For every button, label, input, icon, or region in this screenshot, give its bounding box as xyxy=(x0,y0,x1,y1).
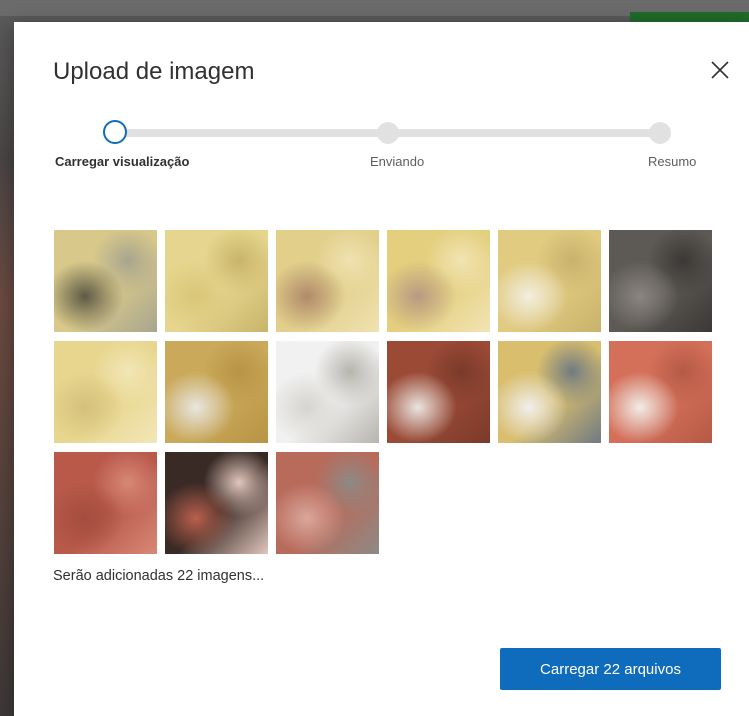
image-thumbnail xyxy=(165,452,268,554)
image-thumbnail xyxy=(387,230,490,332)
dialog-title: Upload de imagem xyxy=(53,58,255,85)
image-thumbnail xyxy=(276,230,379,332)
image-thumbnail xyxy=(165,230,268,332)
upload-files-button[interactable]: Carregar 22 arquivos xyxy=(500,648,721,690)
close-button[interactable] xyxy=(706,56,734,84)
image-thumbnail xyxy=(498,341,601,443)
image-thumbnail xyxy=(54,341,157,443)
image-thumbnail xyxy=(609,230,712,332)
image-thumbnail xyxy=(276,341,379,443)
image-thumbnail xyxy=(276,452,379,554)
step-2-label: Enviando xyxy=(370,154,425,169)
progress-stepper: Carregar visualização Enviando Resumo xyxy=(54,118,714,178)
image-thumbnail xyxy=(387,341,490,443)
image-thumbnail xyxy=(54,452,157,554)
step-3-indicator xyxy=(649,122,671,144)
image-thumbnail xyxy=(165,341,268,443)
image-thumbnail xyxy=(54,230,157,332)
step-1-indicator xyxy=(103,120,127,144)
upload-dialog: Upload de imagem Carregar visualização E… xyxy=(14,22,749,716)
image-thumbnail xyxy=(498,230,601,332)
step-3-label: Resumo xyxy=(648,154,697,169)
close-icon xyxy=(711,61,729,79)
image-thumbnail xyxy=(609,341,712,443)
summary-text: Serão adicionadas 22 imagens... xyxy=(53,568,265,584)
step-2-indicator xyxy=(377,122,399,144)
step-1-label: Carregar visualização xyxy=(55,154,190,169)
